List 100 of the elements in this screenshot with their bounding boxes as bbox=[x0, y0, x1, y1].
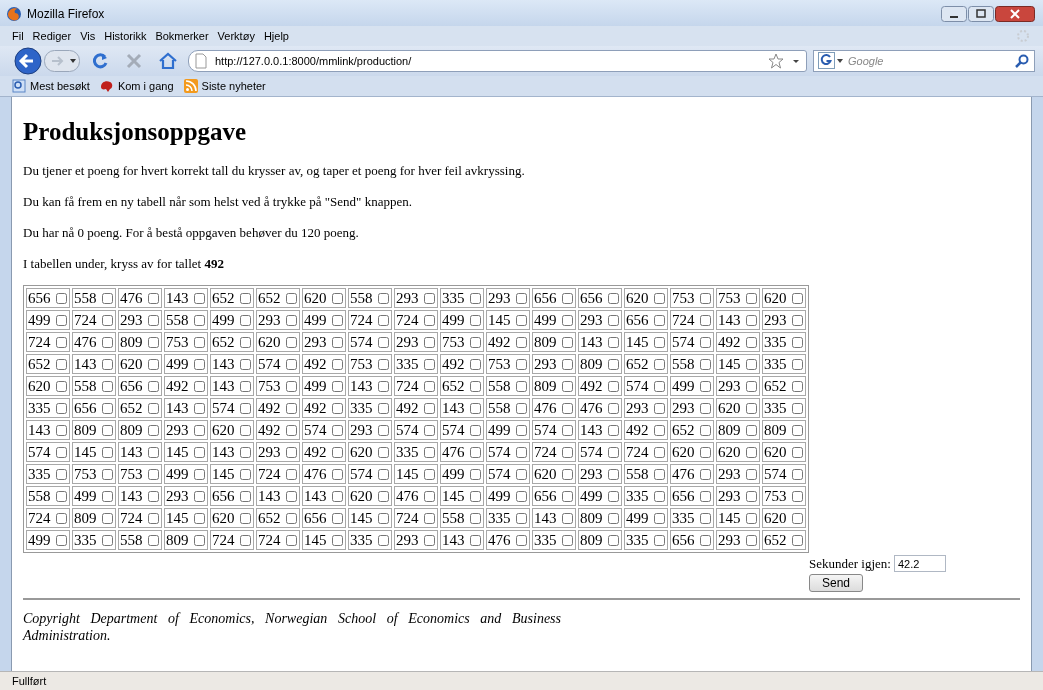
checkbox[interactable] bbox=[470, 425, 481, 436]
checkbox[interactable] bbox=[746, 425, 757, 436]
checkbox[interactable] bbox=[194, 315, 205, 326]
checkbox[interactable] bbox=[240, 469, 251, 480]
bookmark-item[interactable]: Siste nyheter bbox=[183, 79, 266, 93]
timer-field[interactable]: 42.2 bbox=[893, 555, 946, 572]
checkbox[interactable] bbox=[516, 447, 527, 458]
checkbox[interactable] bbox=[378, 315, 389, 326]
menu-item[interactable]: Vis bbox=[80, 30, 96, 42]
checkbox[interactable] bbox=[424, 293, 435, 304]
checkbox[interactable] bbox=[792, 513, 803, 524]
checkbox[interactable] bbox=[516, 293, 527, 304]
checkbox[interactable] bbox=[792, 403, 803, 414]
checkbox[interactable] bbox=[516, 381, 527, 392]
checkbox[interactable] bbox=[332, 381, 343, 392]
checkbox[interactable] bbox=[378, 359, 389, 370]
checkbox[interactable] bbox=[332, 447, 343, 458]
checkbox[interactable] bbox=[746, 469, 757, 480]
checkbox[interactable] bbox=[378, 403, 389, 414]
checkbox[interactable] bbox=[746, 403, 757, 414]
checkbox[interactable] bbox=[240, 381, 251, 392]
checkbox[interactable] bbox=[102, 403, 113, 414]
checkbox[interactable] bbox=[378, 469, 389, 480]
checkbox[interactable] bbox=[654, 469, 665, 480]
checkbox[interactable] bbox=[56, 513, 67, 524]
checkbox[interactable] bbox=[608, 403, 619, 414]
checkbox[interactable] bbox=[148, 425, 159, 436]
checkbox[interactable] bbox=[286, 403, 297, 414]
checkbox[interactable] bbox=[286, 381, 297, 392]
checkbox[interactable] bbox=[746, 535, 757, 546]
checkbox[interactable] bbox=[654, 491, 665, 502]
checkbox[interactable] bbox=[240, 403, 251, 414]
checkbox[interactable] bbox=[194, 337, 205, 348]
checkbox[interactable] bbox=[516, 513, 527, 524]
checkbox[interactable] bbox=[194, 535, 205, 546]
checkbox[interactable] bbox=[148, 381, 159, 392]
checkbox[interactable] bbox=[700, 337, 711, 348]
checkbox[interactable] bbox=[424, 513, 435, 524]
search-icon[interactable] bbox=[1014, 53, 1030, 69]
checkbox[interactable] bbox=[424, 491, 435, 502]
star-icon[interactable] bbox=[768, 53, 784, 69]
checkbox[interactable] bbox=[746, 491, 757, 502]
checkbox[interactable] bbox=[562, 315, 573, 326]
checkbox[interactable] bbox=[516, 469, 527, 480]
checkbox[interactable] bbox=[700, 293, 711, 304]
checkbox[interactable] bbox=[562, 337, 573, 348]
checkbox[interactable] bbox=[562, 381, 573, 392]
checkbox[interactable] bbox=[608, 513, 619, 524]
checkbox[interactable] bbox=[470, 535, 481, 546]
checkbox[interactable] bbox=[148, 293, 159, 304]
checkbox[interactable] bbox=[378, 293, 389, 304]
checkbox[interactable] bbox=[516, 337, 527, 348]
checkbox[interactable] bbox=[148, 535, 159, 546]
close-button[interactable] bbox=[995, 6, 1035, 22]
checkbox[interactable] bbox=[562, 535, 573, 546]
maximize-button[interactable] bbox=[968, 6, 994, 22]
checkbox[interactable] bbox=[654, 315, 665, 326]
checkbox[interactable] bbox=[102, 337, 113, 348]
checkbox[interactable] bbox=[700, 315, 711, 326]
checkbox[interactable] bbox=[148, 337, 159, 348]
checkbox[interactable] bbox=[240, 315, 251, 326]
checkbox[interactable] bbox=[56, 491, 67, 502]
checkbox[interactable] bbox=[562, 293, 573, 304]
send-button[interactable]: Send bbox=[809, 574, 864, 592]
checkbox[interactable] bbox=[654, 337, 665, 348]
checkbox[interactable] bbox=[332, 469, 343, 480]
checkbox[interactable] bbox=[148, 491, 159, 502]
checkbox[interactable] bbox=[654, 535, 665, 546]
checkbox[interactable] bbox=[194, 381, 205, 392]
checkbox[interactable] bbox=[516, 315, 527, 326]
checkbox[interactable] bbox=[56, 469, 67, 480]
checkbox[interactable] bbox=[286, 491, 297, 502]
checkbox[interactable] bbox=[332, 403, 343, 414]
checkbox[interactable] bbox=[56, 381, 67, 392]
bookmark-item[interactable]: Mest besøkt bbox=[12, 79, 90, 93]
menu-item[interactable]: Hjelp bbox=[263, 30, 289, 42]
checkbox[interactable] bbox=[424, 315, 435, 326]
checkbox[interactable] bbox=[194, 447, 205, 458]
checkbox[interactable] bbox=[470, 447, 481, 458]
checkbox[interactable] bbox=[56, 315, 67, 326]
checkbox[interactable] bbox=[424, 403, 435, 414]
checkbox[interactable] bbox=[194, 359, 205, 370]
checkbox[interactable] bbox=[608, 359, 619, 370]
search-field[interactable]: Google bbox=[813, 50, 1035, 72]
checkbox[interactable] bbox=[286, 513, 297, 524]
checkbox[interactable] bbox=[240, 425, 251, 436]
checkbox[interactable] bbox=[562, 447, 573, 458]
checkbox[interactable] bbox=[792, 359, 803, 370]
checkbox[interactable] bbox=[792, 535, 803, 546]
minimize-button[interactable] bbox=[941, 6, 967, 22]
checkbox[interactable] bbox=[286, 447, 297, 458]
checkbox[interactable] bbox=[562, 425, 573, 436]
checkbox[interactable] bbox=[56, 337, 67, 348]
checkbox[interactable] bbox=[516, 425, 527, 436]
checkbox[interactable] bbox=[792, 381, 803, 392]
checkbox[interactable] bbox=[792, 425, 803, 436]
checkbox[interactable] bbox=[332, 315, 343, 326]
checkbox[interactable] bbox=[792, 447, 803, 458]
checkbox[interactable] bbox=[470, 403, 481, 414]
checkbox[interactable] bbox=[378, 337, 389, 348]
